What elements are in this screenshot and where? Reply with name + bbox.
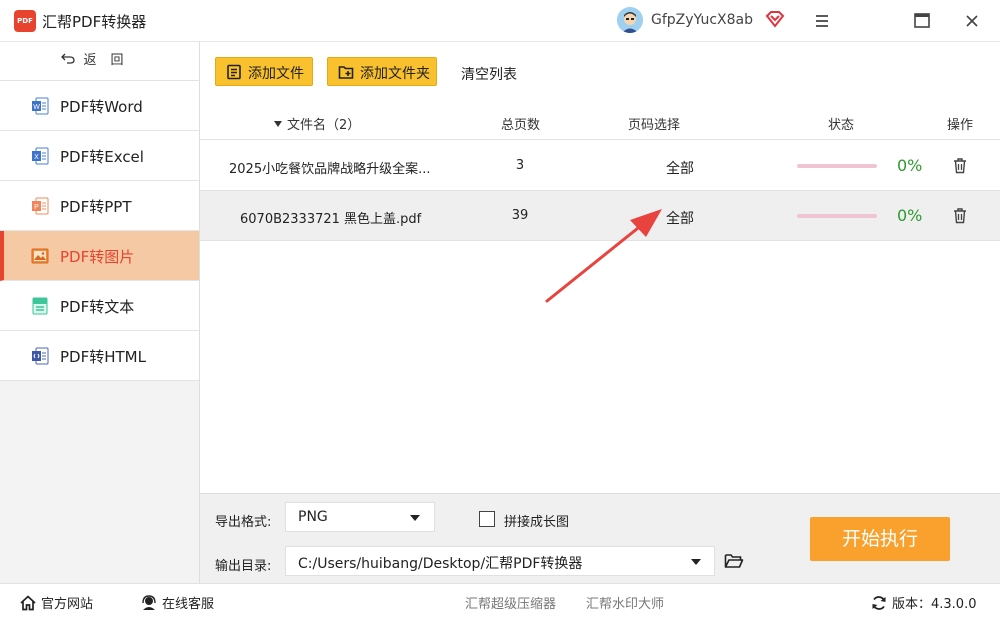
image-icon [30,246,50,266]
back-arrow-icon [61,42,76,80]
page-range-select[interactable]: 全部 [666,208,694,228]
output-dir-select[interactable]: C:/Users/huibang/Desktop/汇帮PDF转换器 [285,546,715,576]
export-format-label: 导出格式: [215,515,272,530]
file-name: 6070B2333721 黑色上盖.pdf [240,212,422,227]
export-format-select[interactable]: PNG [285,502,435,532]
sidebar-item-pdf-to-html[interactable]: PDF转HTML [0,331,199,381]
refresh-icon [871,595,887,611]
title-bar: PDF 汇帮PDF转换器 GfpZyYucX8ab [0,0,1000,42]
sidebar-item-pdf-to-image[interactable]: PDF转图片 [0,231,199,281]
sort-down-icon [274,121,282,127]
table-row[interactable]: 2025小吃餐饮品牌战略升级全案... 3 全部 0% [200,141,1000,191]
progress-bar [797,214,877,218]
sidebar-item-label: PDF转图片 [60,248,135,266]
column-header-pages: 总页数 [501,118,541,133]
file-list-icon [226,64,242,80]
page-count: 39 [511,208,529,223]
open-folder-icon[interactable] [724,552,744,570]
version-label: 版本：4.3.0.0 [892,597,977,612]
app-logo-icon: PDF [14,10,36,32]
back-label: 返回 [83,53,138,68]
export-format-value: PNG [298,509,328,525]
svg-text:P: P [34,204,39,211]
official-site-label: 官方网站 [41,597,94,612]
app-title: 汇帮PDF转换器 [42,13,147,31]
stitch-long-image-checkbox[interactable] [479,511,495,527]
column-header-status: 状态 [828,118,855,133]
progress-percent: 0% [897,206,923,225]
version-info[interactable]: 版本：4.3.0.0 [871,593,976,612]
sidebar: 返回 W PDF转Word X PDF转Excel P PDF转PPT PDF转… [0,42,200,583]
output-dir-value: C:/Users/huibang/Desktop/汇帮PDF转换器 [298,556,583,572]
add-file-label: 添加文件 [248,66,304,82]
page-count: 3 [515,158,525,173]
vip-icon[interactable] [765,10,785,28]
file-name: 2025小吃餐饮品牌战略升级全案... [229,162,431,177]
folder-plus-icon [338,64,354,80]
compressor-link[interactable]: 汇帮超级压缩器 [465,593,556,612]
back-button[interactable]: 返回 [0,42,199,81]
progress-bar [797,164,877,168]
status-bar: 官方网站 在线客服 汇帮超级压缩器 汇帮水印大师 版本：4.3.0.0 [0,583,1000,617]
sidebar-item-pdf-to-text[interactable]: PDF转文本 [0,281,199,331]
sidebar-item-label: PDF转PPT [60,198,132,216]
sidebar-item-label: PDF转HTML [60,348,146,366]
sidebar-item-label: PDF转Word [60,98,143,116]
text-icon [30,296,50,316]
add-folder-button[interactable]: 添加文件夹 [327,57,437,86]
export-settings: 导出格式: PNG 拼接成长图 输出目录: C:/Users/huibang/D… [200,493,1000,583]
trash-icon[interactable] [952,207,968,224]
start-button[interactable]: 开始执行 [810,517,950,561]
chevron-down-icon [691,559,701,565]
official-site-link[interactable]: 官方网站 [20,593,93,612]
table-row[interactable]: 6070B2333721 黑色上盖.pdf 39 全部 0% [200,191,1000,241]
add-file-button[interactable]: 添加文件 [215,57,313,86]
trash-icon[interactable] [952,157,968,174]
user-avatar[interactable] [617,7,643,33]
sidebar-item-pdf-to-excel[interactable]: X PDF转Excel [0,131,199,181]
maximize-icon[interactable] [908,8,936,34]
progress-percent: 0% [897,156,923,175]
sidebar-item-label: PDF转Excel [60,148,144,166]
online-service-label: 在线客服 [162,597,215,612]
svg-text:X: X [34,154,39,161]
sidebar-item-pdf-to-ppt[interactable]: P PDF转PPT [0,181,199,231]
close-icon[interactable] [958,8,986,34]
home-icon [20,595,36,611]
main-panel: 添加文件 添加文件夹 清空列表 文件名（2） 总页数 页码选择 状态 操作 20… [200,42,1000,493]
word-icon: W [30,96,50,116]
stitch-long-image-label[interactable]: 拼接成长图 [504,511,569,530]
output-dir-label: 输出目录: [215,559,272,574]
headset-icon [141,595,157,611]
column-header-name-label: 文件名（2） [287,118,361,133]
table-header: 文件名（2） 总页数 页码选择 状态 操作 [200,104,1000,140]
column-header-name[interactable]: 文件名（2） [274,114,360,133]
column-header-action: 操作 [947,118,974,133]
watermark-link[interactable]: 汇帮水印大师 [586,593,664,612]
chevron-down-icon [410,515,420,521]
online-service-link[interactable]: 在线客服 [141,593,214,612]
page-range-select[interactable]: 全部 [666,158,694,178]
sidebar-item-label: PDF转文本 [60,298,135,316]
username: GfpZyYucX8ab [651,12,754,28]
add-folder-label: 添加文件夹 [360,66,430,82]
html-icon [30,346,50,366]
sidebar-item-pdf-to-word[interactable]: W PDF转Word [0,81,199,131]
svg-text:W: W [33,104,40,111]
clear-list-button[interactable]: 清空列表 [461,64,517,84]
column-header-page-range: 页码选择 [628,118,681,133]
menu-icon[interactable] [808,8,836,34]
excel-icon: X [30,146,50,166]
ppt-icon: P [30,196,50,216]
